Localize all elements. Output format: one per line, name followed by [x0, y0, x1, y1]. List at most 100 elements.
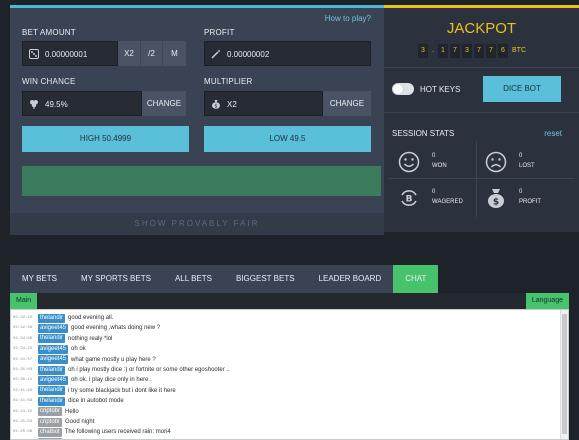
- chat-message: 02:41:59 thelandir dice in autobot mode: [13, 396, 124, 406]
- tab-leader-board[interactable]: LEADER BOARD: [307, 265, 394, 293]
- chat-text: good evening ,whats doing new ?: [71, 325, 161, 332]
- jackpot-digit: 3: [462, 44, 472, 58]
- chat-room-main[interactable]: Main: [10, 293, 38, 309]
- profit-label: PROFIT: [204, 28, 235, 37]
- jackpot-digit: 7: [450, 44, 460, 58]
- language-button[interactable]: Language: [525, 293, 569, 309]
- multiplier-label: MULTIPLIER: [204, 77, 253, 86]
- stat-lost: 0 LOST: [477, 145, 565, 181]
- bet-low-button[interactable]: LOW 49.5: [204, 126, 371, 152]
- tab-all-bets[interactable]: ALL BETS: [163, 265, 224, 293]
- chat-username[interactable]: criptobr: [38, 417, 63, 427]
- reset-stats-link[interactable]: reset: [544, 129, 562, 138]
- chat-header: Main Language: [10, 293, 569, 309]
- chat-username[interactable]: thelandir: [38, 334, 66, 344]
- chat-username[interactable]: thelandir: [38, 386, 66, 396]
- divider: [384, 112, 579, 113]
- bet-high-button[interactable]: HIGH 50.4999: [22, 126, 189, 152]
- profit-field[interactable]: 0.00000002: [204, 41, 371, 66]
- chat-username[interactable]: criptobr: [38, 407, 63, 417]
- bet-x2-button[interactable]: X2: [118, 41, 140, 66]
- chat-text: what game mostly u play here ?: [71, 356, 156, 363]
- chat-message: 02:32:36 avigeet45 good evening ,whats doi…: [13, 323, 160, 333]
- dice-icon: [29, 49, 39, 59]
- chat-timestamp: 02:41:59: [13, 388, 33, 393]
- chat-message: 02:24:22 criptobr Hello: [13, 407, 79, 417]
- tab-chat[interactable]: CHAT: [393, 265, 439, 293]
- tab-biggest-bets[interactable]: BIGGEST BETS: [224, 265, 307, 293]
- chat-text: oh i play mostly dice :) or fortnite or …: [68, 367, 230, 373]
- chat-timestamp: 02:35:03: [13, 368, 33, 372]
- svg-text:$: $: [493, 198, 499, 208]
- frown-icon: [485, 151, 507, 173]
- chat-message: 02:34:09 thelandir nothing realy *lol: [13, 334, 112, 344]
- jackpot-digit: 7: [486, 44, 496, 58]
- money-bag-icon: $: [488, 189, 504, 208]
- chat-message: 02:32:22 thelandir good evening all.: [13, 313, 113, 323]
- chat-message: 02:25:08 chatbot The following users recei…: [13, 427, 171, 437]
- result-bar: [22, 166, 381, 196]
- chat-username[interactable]: avigeet45: [38, 355, 69, 365]
- chat-timestamp: 02:36:11: [13, 378, 33, 383]
- chat-timestamp: 02:32:22: [13, 316, 33, 320]
- chat-timestamp: 02:24:22: [13, 409, 33, 414]
- bitcoin-cycle-icon: B: [401, 190, 417, 206]
- chat-text: oh ok. i play dice only in here .: [71, 377, 152, 384]
- bet-amount-label: BET AMOUNT: [22, 28, 76, 37]
- jackpot-digit: 1: [438, 44, 448, 58]
- stat-wagered-value: 0: [432, 189, 436, 195]
- chat-text: The following users received rain: mori4: [64, 429, 171, 436]
- multiplier-change-button[interactable]: CHANGE: [323, 91, 371, 116]
- chat-username[interactable]: avigeet45: [38, 323, 69, 333]
- chat-timestamp: 02:34:09: [13, 336, 33, 341]
- stat-lost-label: LOST: [519, 163, 535, 169]
- chat-message: 02:25:03 criptobr Good night: [13, 417, 94, 427]
- stat-won-value: 0: [432, 153, 436, 159]
- how-to-play-link[interactable]: How to play?: [325, 14, 371, 23]
- dice-game-panel: How to play? BET AMOUNT 0.00000001 X2 /2…: [10, 5, 384, 235]
- jackpot-panel: JACKPOT 3 . 1 7 3 7 7 6 BTC HOT KEYS DIC…: [384, 5, 579, 232]
- jackpot-digit: 3: [418, 44, 428, 58]
- money-bag-small-icon: $: [212, 100, 220, 109]
- bet-amount-value: 0.00000001: [45, 50, 88, 59]
- tab-my-bets[interactable]: MY BETS: [10, 265, 69, 293]
- chat-username[interactable]: thelandir: [38, 396, 66, 406]
- chat-log[interactable]: 02:32:22 thelandir good evening all. 02:32:…: [10, 309, 569, 440]
- tab-my-sports-bets[interactable]: MY SPORTS BETS: [69, 265, 163, 293]
- svg-text:$: $: [214, 103, 217, 109]
- stat-wagered-label: WAGERED: [432, 199, 463, 205]
- bet-amount-field[interactable]: 0.00000001: [22, 41, 118, 66]
- multiplier-field[interactable]: $ X2: [204, 91, 323, 116]
- hot-keys-toggle[interactable]: [392, 83, 414, 95]
- chat-username[interactable]: thelandir: [38, 313, 66, 323]
- win-chance-field[interactable]: 49.5%: [22, 91, 142, 116]
- stat-profit-label: PROFIT: [519, 199, 541, 205]
- chat-text: dice in autobot mode: [68, 398, 124, 405]
- provably-fair-button[interactable]: SHOW PROVABLY FAIR: [10, 213, 384, 235]
- divider: [384, 67, 579, 68]
- chat-text: Good night: [65, 419, 95, 425]
- bet-half-button[interactable]: /2: [140, 41, 162, 66]
- chat-text: nothing realy *lol: [68, 335, 113, 342]
- chat-message: 02:36:11 avigeet45 oh ok. i play dice only…: [13, 375, 152, 385]
- chat-timestamp: 02:32:36: [13, 326, 33, 331]
- stat-profit-value: 0: [519, 189, 523, 195]
- chat-username[interactable]: avigeet45: [38, 375, 69, 385]
- stat-lost-value: 0: [519, 153, 523, 159]
- stat-won-label: WON: [432, 163, 447, 169]
- dice-bot-button[interactable]: DICE BOT: [483, 76, 561, 102]
- jackpot-amount: 3 . 1 7 3 7 7 6 BTC: [418, 44, 526, 58]
- smile-icon: [398, 151, 420, 173]
- chat-text: i try some blackjack but i dont like it …: [68, 387, 176, 394]
- chat-scroll-thumb[interactable]: [562, 314, 567, 434]
- win-chance-label: WIN CHANCE: [22, 77, 76, 86]
- chat-scrollbar[interactable]: [560, 310, 568, 439]
- bet-max-button[interactable]: M: [162, 41, 186, 66]
- win-chance-change-button[interactable]: CHANGE: [142, 91, 186, 116]
- chat-username[interactable]: thelandir: [38, 365, 66, 375]
- chat-username[interactable]: avigeet45: [38, 344, 69, 354]
- win-chance-value: 49.5%: [45, 100, 68, 109]
- chat-username[interactable]: chatbot: [38, 427, 62, 437]
- chat-text: oh ok: [71, 346, 86, 353]
- chat-timestamp: 02:25:08: [13, 430, 33, 435]
